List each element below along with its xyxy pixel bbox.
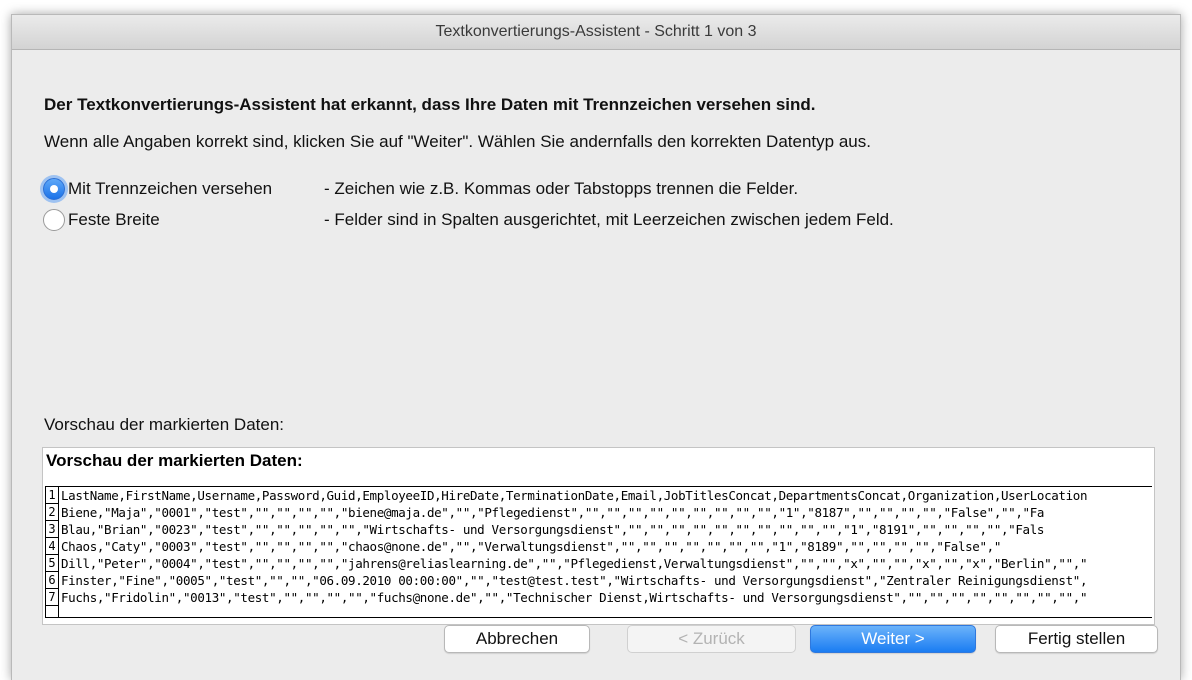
option-fixed-width-label[interactable]: Feste Breite [68, 210, 324, 230]
wizard-window: Textkonvertierungs-Assistent - Schritt 1… [11, 14, 1181, 680]
cancel-button[interactable]: Abbrechen [444, 625, 590, 653]
wizard-instructions: Wenn alle Angaben korrekt sind, klicken … [44, 132, 871, 151]
preview-line-text: LastName,FirstName,Username,Password,Gui… [61, 488, 1088, 503]
preview-line-number: 5 [46, 555, 59, 572]
wizard-heading: Der Textkonvertierungs-Assistent hat erk… [44, 95, 816, 114]
option-delimited[interactable]: Mit Trennzeichen versehen - Zeichen wie … [43, 177, 798, 201]
preview-line-number: 2 [46, 504, 59, 521]
preview-line [46, 606, 1152, 617]
preview-line: 5 Dill,"Peter","0004","test","","","","",… [46, 555, 1152, 572]
preview-line-number: 7 [46, 589, 59, 606]
preview-line-number: 1 [46, 487, 59, 504]
option-delimited-label[interactable]: Mit Trennzeichen versehen [68, 179, 324, 199]
preview-line-text: Finster,"Fine","0005","test","","","06.0… [61, 573, 1088, 588]
preview-line: 4 Chaos,"Caty","0003","test","","","","",… [46, 538, 1152, 555]
preview-line-number: 4 [46, 538, 59, 555]
preview-line: 3 Blau,"Brian","0023","test","","","","",… [46, 521, 1152, 538]
finish-button[interactable]: Fertig stellen [995, 625, 1158, 653]
preview-caption: Vorschau der markierten Daten: [44, 415, 285, 434]
preview-line-text [59, 606, 61, 617]
preview-line-number: 6 [46, 572, 59, 589]
radio-selected-dot [50, 185, 58, 193]
next-button[interactable]: Weiter > [810, 625, 976, 653]
preview-line-text: Dill,"Peter","0004","test","","","","","… [61, 556, 1088, 571]
preview-line-number: 3 [46, 521, 59, 538]
preview-line-number [46, 606, 59, 617]
data-preview[interactable]: Vorschau der markierten Daten: 1 LastName… [42, 447, 1155, 625]
option-fixed-width[interactable]: Feste Breite - Felder sind in Spalten au… [43, 208, 894, 232]
preview-line-text: Fuchs,"Fridolin","0013","test","","","",… [61, 590, 1088, 605]
preview-line: 2 Biene,"Maja","0001","test","","","","",… [46, 504, 1152, 521]
radio-fixed-width[interactable] [43, 209, 65, 231]
preview-title: Vorschau der markierten Daten: [46, 451, 303, 470]
preview-line-text: Biene,"Maja","0001","test","","","","","… [61, 505, 1045, 520]
option-delimited-description: - Zeichen wie z.B. Kommas oder Tabstopps… [324, 179, 799, 198]
back-button: < Zurück [627, 625, 796, 653]
option-fixed-width-description: - Felder sind in Spalten ausgerichtet, m… [324, 210, 894, 229]
button-bar: Abbrechen < Zurück Weiter > Fertig stell… [12, 625, 1180, 665]
preview-line: 6 Finster,"Fine","0005","test","","","06.… [46, 572, 1152, 589]
preview-line-text: Blau,"Brian","0023","test","","","","","… [61, 522, 1045, 537]
window-title: Textkonvertierungs-Assistent - Schritt 1… [12, 15, 1180, 50]
preview-line: 7 Fuchs,"Fridolin","0013","test","","",""… [46, 589, 1152, 606]
preview-line: 1 LastName,FirstName,Username,Password,Gu… [46, 487, 1152, 504]
preview-grid: 1 LastName,FirstName,Username,Password,Gu… [45, 486, 1152, 618]
preview-line-text: Chaos,"Caty","0003","test","","","","","… [61, 539, 1002, 554]
radio-delimited[interactable] [43, 178, 65, 200]
